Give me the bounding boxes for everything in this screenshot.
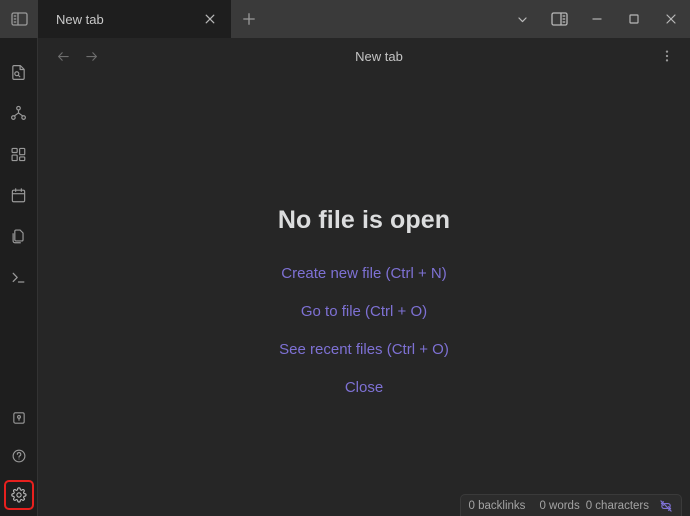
see-recent-files-link[interactable]: See recent files (Ctrl + O) [279,341,449,359]
view-title: New tab [355,48,403,64]
terminal-icon [10,269,27,286]
window-controls [504,0,690,38]
page-title: No file is open [277,206,451,234]
tab-new-tab[interactable]: New tab [38,0,231,38]
go-to-file-link[interactable]: Go to file (Ctrl + O) [301,303,427,321]
window-body: New tab No file is open Create new file … [0,38,690,516]
new-tab-button[interactable] [231,0,267,38]
navigation-arrows [52,45,102,67]
chevron-down-icon [516,13,529,26]
canvas-grid-icon [10,146,27,163]
graph-icon [10,105,27,122]
ribbon-item-daily-note[interactable] [4,179,34,211]
right-sidebar-toggle-icon [551,11,568,27]
ribbon-item-help[interactable] [4,440,34,472]
minimize-button[interactable] [578,0,615,38]
back-button[interactable] [52,45,74,67]
help-icon [11,448,27,464]
close-icon [665,13,677,25]
calendar-icon [10,187,27,204]
left-sidebar-toggle-button[interactable] [0,0,38,38]
tab-close-button[interactable] [199,8,221,30]
ribbon-item-templates[interactable] [4,220,34,252]
ribbon-item-terminal[interactable] [4,261,34,293]
left-ribbon [0,38,38,516]
arrow-right-icon [84,49,99,64]
more-vertical-icon [660,49,674,63]
ribbon-item-quick-switcher[interactable] [4,56,34,88]
status-bar: 0 backlinks 0 words 0 characters [459,494,682,516]
status-backlinks[interactable]: 0 backlinks [469,500,526,512]
copy-files-icon [10,228,27,245]
maximize-icon [628,13,640,25]
status-words[interactable]: 0 words [539,500,579,512]
main-pane: New tab No file is open Create new file … [38,38,690,516]
ribbon-item-open-vault[interactable] [4,402,34,434]
right-sidebar-toggle-button[interactable] [541,0,578,38]
chevron-down-button[interactable] [504,0,541,38]
app-window: New tab New tab No file is open Create n… [0,0,690,516]
arrow-left-icon [56,49,71,64]
ribbon-item-canvas[interactable] [4,138,34,170]
view-options-menu-button[interactable] [656,45,678,67]
vault-icon [11,410,27,426]
sync-disabled-icon[interactable] [659,499,673,513]
plus-icon [242,12,256,26]
titlebar-drag-region [267,0,504,38]
empty-state-content: No file is open Create new file (Ctrl + … [38,74,690,516]
file-search-icon [10,64,27,81]
minimize-icon [591,13,603,25]
close-button[interactable] [652,0,690,38]
empty-state-actions: Create new file (Ctrl + N) Go to file (C… [279,265,449,397]
settings-gear-icon [10,487,27,503]
forward-button[interactable] [80,45,102,67]
left-sidebar-toggle-icon [10,11,28,27]
title-bar: New tab [0,0,690,38]
view-header: New tab [38,38,690,74]
ribbon-item-settings[interactable] [3,480,34,510]
ribbon-item-graph-view[interactable] [4,97,34,129]
close-link[interactable]: Close [345,379,383,397]
create-new-file-link[interactable]: Create new file (Ctrl + N) [281,265,446,283]
maximize-button[interactable] [615,0,652,38]
status-characters[interactable]: 0 characters [586,500,649,512]
tab-label: New tab [56,11,104,27]
